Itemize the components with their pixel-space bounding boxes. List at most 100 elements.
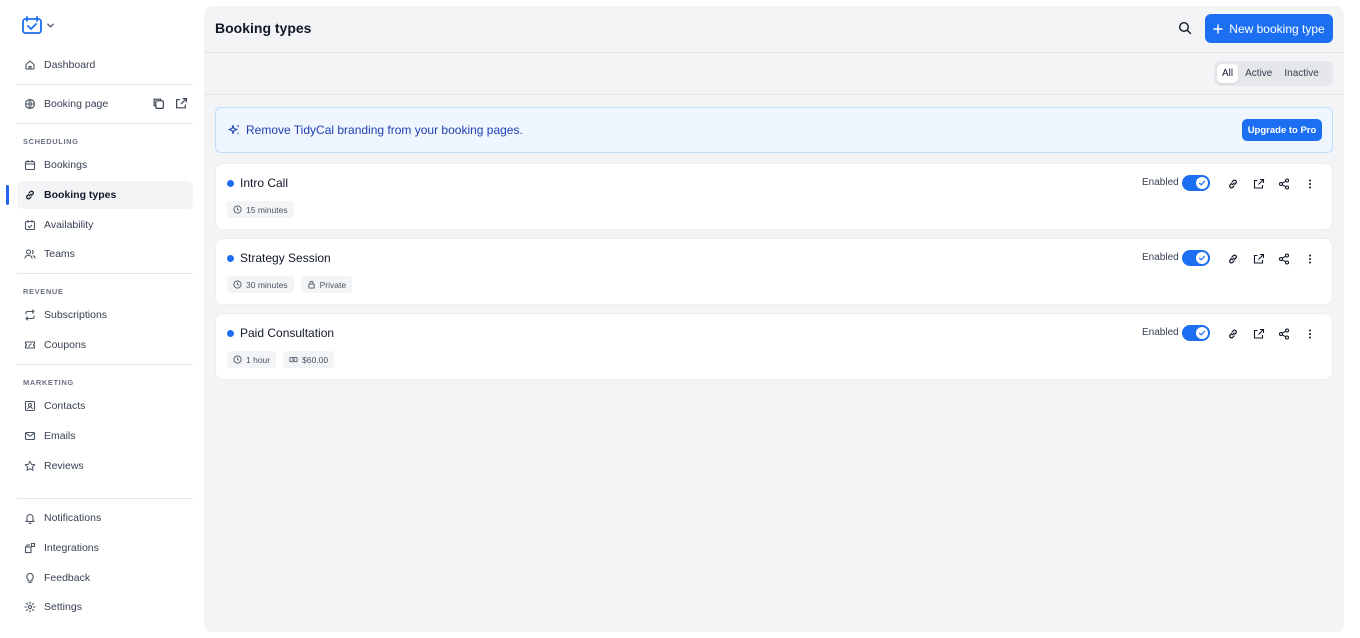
toggle-knob [1196, 252, 1208, 264]
divider [17, 84, 193, 85]
new-booking-type-label: New booking type [1229, 21, 1325, 36]
share-button[interactable] [1278, 252, 1290, 265]
toggle-knob [1196, 327, 1208, 339]
repeat-icon [25, 309, 35, 321]
sidebar-item-label: Feedback [44, 572, 91, 584]
sidebar-item-feedback[interactable]: Feedback [17, 564, 193, 592]
copy-link-button[interactable] [152, 97, 165, 110]
section-title-revenue: REVENUE [23, 287, 64, 296]
more-options-button[interactable] [1304, 327, 1316, 339]
sidebar-item-label: Availability [44, 219, 94, 231]
open-link-button[interactable] [1253, 327, 1265, 339]
sidebar-item-dashboard[interactable]: Dashboard [17, 51, 193, 79]
sidebar: Dashboard Booking page SCHEDULING Bookin… [0, 0, 204, 638]
chevron-down-icon [47, 23, 54, 28]
main-panel: Booking types New booking type All Activ… [204, 6, 1344, 632]
check-icon [1198, 255, 1206, 261]
sidebar-item-bookings[interactable]: Bookings [17, 151, 193, 179]
booking-type-card[interactable]: Strategy Session 30 minutes Private Enab… [215, 238, 1333, 305]
sidebar-item-label: Dashboard [44, 59, 96, 71]
filter-bar: All Active Inactive [204, 53, 1344, 95]
sidebar-item-subscriptions[interactable]: Subscriptions [17, 301, 193, 329]
top-bar: Booking types New booking type [204, 6, 1344, 53]
duration-label: 1 hour [246, 354, 271, 365]
page-title: Booking types [215, 20, 312, 36]
booking-type-card[interactable]: Paid Consultation 1 hour $60.00 Enabled [215, 313, 1333, 380]
duration-tag: 30 minutes [227, 276, 294, 293]
duration-tag: 1 hour [227, 351, 277, 368]
sidebar-item-label: Contacts [44, 400, 86, 412]
enabled-toggle[interactable] [1182, 325, 1210, 341]
filter-active[interactable]: Active [1240, 64, 1277, 83]
upgrade-button[interactable]: Upgrade to Pro [1242, 119, 1322, 141]
divider [17, 123, 193, 124]
sidebar-item-notifications[interactable]: Notifications [17, 504, 193, 532]
more-vertical-icon [1309, 254, 1311, 264]
more-vertical-icon [1309, 329, 1311, 339]
sparkles-icon [228, 124, 240, 135]
booking-type-tags: 1 hour $60.00 [227, 351, 335, 368]
filter-all[interactable]: All [1217, 64, 1239, 83]
external-link-icon [1253, 328, 1265, 339]
open-link-button[interactable] [1253, 177, 1265, 189]
active-indicator [6, 185, 9, 205]
sidebar-item-integrations[interactable]: Integrations [17, 534, 193, 562]
external-link-icon [1253, 178, 1265, 189]
private-tag: Private [300, 276, 353, 293]
booking-type-name: Strategy Session [240, 251, 331, 265]
share-button[interactable] [1278, 177, 1290, 190]
copy-link-button[interactable] [1227, 177, 1239, 189]
clock-icon [233, 280, 242, 289]
sidebar-item-contacts[interactable]: Contacts [17, 392, 193, 420]
price-label: $60.00 [302, 354, 329, 365]
sidebar-item-booking-page[interactable]: Booking page [17, 90, 137, 118]
app-logo[interactable] [22, 16, 55, 34]
clock-icon [233, 205, 242, 214]
sidebar-item-label: Integrations [44, 542, 99, 554]
copy-link-button[interactable] [1227, 252, 1239, 264]
copy-icon [153, 98, 164, 109]
sidebar-item-label: Booking page [44, 98, 109, 110]
lock-icon [307, 280, 315, 289]
globe-icon [24, 98, 36, 110]
calendar-check-icon [24, 220, 36, 231]
link-icon [1229, 179, 1237, 189]
enabled-toggle[interactable] [1182, 250, 1210, 266]
banner-text: Remove TidyCal branding from your bookin… [246, 123, 523, 137]
sidebar-item-settings[interactable]: Settings [17, 593, 193, 621]
more-options-button[interactable] [1304, 252, 1316, 264]
booking-type-card[interactable]: Intro Call 15 minutes Enabled [215, 163, 1333, 230]
home-icon [25, 60, 35, 70]
booking-type-tags: 30 minutes Private [227, 276, 353, 293]
upgrade-banner: Remove TidyCal branding from your bookin… [215, 107, 1333, 153]
contact-card-icon [24, 400, 36, 412]
sidebar-item-label: Booking types [44, 189, 117, 201]
more-options-button[interactable] [1304, 177, 1316, 189]
star-icon [24, 460, 36, 471]
search-button[interactable] [1178, 21, 1192, 35]
sidebar-item-booking-types[interactable]: Booking types [17, 181, 193, 209]
open-booking-page-button[interactable] [175, 97, 188, 110]
booking-type-tags: 15 minutes [227, 201, 294, 218]
sidebar-item-label: Subscriptions [44, 309, 108, 321]
status-dot [227, 255, 234, 262]
open-link-button[interactable] [1253, 252, 1265, 264]
copy-link-button[interactable] [1227, 327, 1239, 339]
sidebar-item-teams[interactable]: Teams [17, 240, 193, 268]
filter-inactive[interactable]: Inactive [1279, 64, 1323, 83]
share-button[interactable] [1278, 327, 1290, 340]
enabled-toggle[interactable] [1182, 175, 1210, 191]
sidebar-item-label: Bookings [44, 159, 88, 171]
sidebar-item-availability[interactable]: Availability [17, 211, 193, 239]
price-tag: $60.00 [283, 351, 335, 368]
sidebar-item-coupons[interactable]: Coupons [17, 331, 193, 359]
sidebar-item-emails[interactable]: Emails [17, 422, 193, 450]
sidebar-item-label: Notifications [44, 512, 102, 524]
duration-label: 15 minutes [246, 204, 288, 215]
status-label: Enabled [1142, 177, 1179, 188]
link-icon [1229, 329, 1237, 339]
private-label: Private [319, 279, 347, 290]
new-booking-type-button[interactable]: New booking type [1205, 14, 1333, 43]
sidebar-item-reviews[interactable]: Reviews [17, 452, 193, 480]
users-icon [24, 249, 36, 259]
